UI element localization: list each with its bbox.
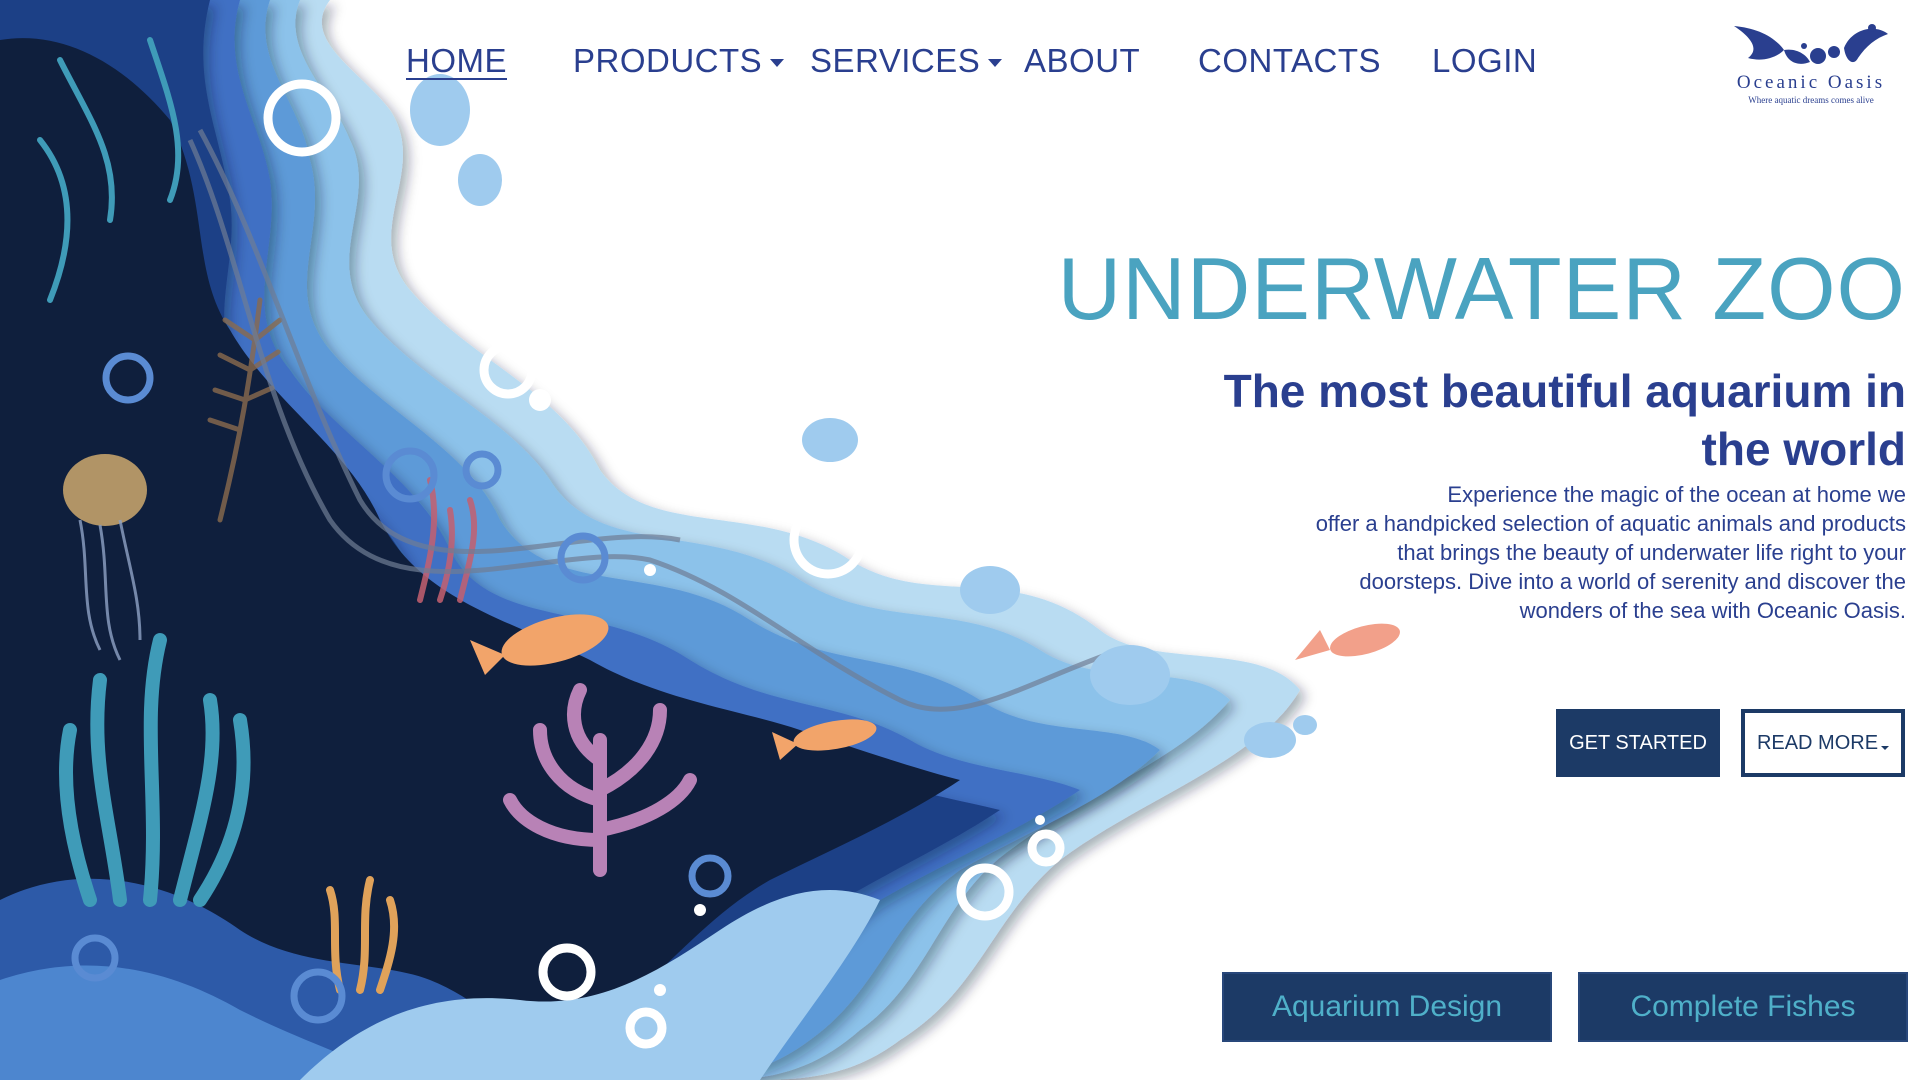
nav-products[interactable]: PRODUCTS	[573, 42, 785, 80]
chevron-down-icon	[988, 59, 1003, 67]
chevron-down-icon	[1881, 746, 1890, 750]
nav-about-label: ABOUT	[1024, 42, 1141, 79]
complete-fishes-button[interactable]: Complete Fishes	[1578, 972, 1908, 1042]
hero-subtitle: The most beautiful aquarium in the world	[1223, 365, 1906, 475]
aquarium-design-label: Aquarium Design	[1271, 990, 1503, 1023]
brand-name: Oceanic Oasis	[1736, 72, 1886, 93]
chevron-down-icon	[770, 59, 785, 67]
nav-products-label: PRODUCTS	[573, 42, 763, 79]
nav-login[interactable]: LOGIN	[1432, 42, 1537, 80]
nav-home[interactable]: HOME	[406, 42, 507, 80]
nav-about[interactable]: ABOUT	[1024, 42, 1140, 80]
read-more-label: READ MORE	[1756, 731, 1879, 754]
hero-title: UNDERWATER ZOO	[1057, 239, 1906, 338]
get-started-button[interactable]: GET STARTED	[1556, 709, 1720, 777]
fish-logo-icon	[1734, 24, 1888, 64]
nav-login-label: LOGIN	[1432, 42, 1538, 79]
nav-services-label: SERVICES	[810, 42, 981, 79]
read-more-button[interactable]: READ MORE	[1741, 709, 1905, 777]
brand-logo[interactable]: Oceanic Oasis Where aquatic dreams comes…	[1716, 18, 1906, 105]
nav-home-label: HOME	[406, 42, 507, 79]
hero-description: Experience the magic of the ocean at hom…	[1315, 482, 1906, 623]
aquarium-design-button[interactable]: Aquarium Design	[1222, 972, 1552, 1042]
complete-fishes-label: Complete Fishes	[1630, 990, 1856, 1023]
nav-contacts[interactable]: CONTACTS	[1198, 42, 1381, 80]
brand-tagline: Where aquatic dreams comes alive	[1748, 95, 1874, 105]
get-started-label: GET STARTED	[1569, 731, 1707, 754]
nav-contacts-label: CONTACTS	[1198, 42, 1382, 79]
nav-services[interactable]: SERVICES	[810, 42, 1003, 80]
